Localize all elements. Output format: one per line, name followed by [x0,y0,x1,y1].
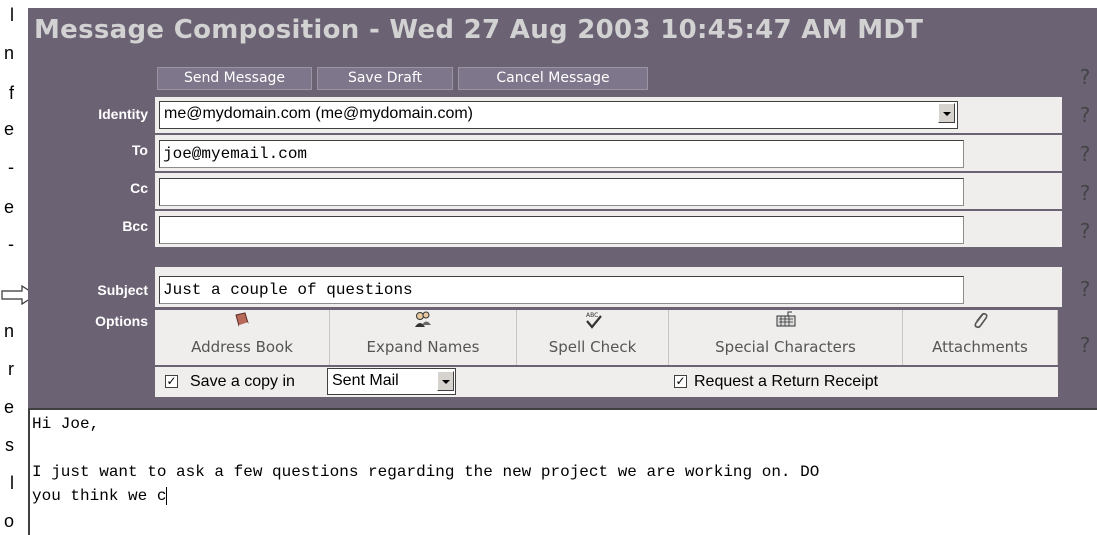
options-label: Options [95,313,148,329]
to-help-icon[interactable]: ? [1077,143,1093,165]
help-icon[interactable]: ? [1077,66,1093,88]
to-label: To [131,142,148,158]
margin-char: e [3,197,14,217]
identity-label: Identity [98,106,148,122]
return-receipt-label: Request a Return Receipt [694,373,879,390]
identity-value: me@mydomain.com (me@mydomain.com) [164,105,473,122]
options-help-icon[interactable]: ? [1077,334,1093,356]
keyboard-icon [669,310,902,336]
attachments-button[interactable]: Attachments [903,310,1058,365]
paperclip-icon [903,310,1057,336]
save-copy-folder-value: Sent Mail [332,372,399,389]
expand-names-label: Expand Names [366,338,480,356]
folder-dropdown-icon[interactable] [437,371,454,391]
spell-check-label: Spell Check [548,338,637,356]
special-characters-label: Special Characters [715,338,856,356]
save-draft-button[interactable]: Save Draft [317,67,453,90]
to-input[interactable]: joe@myemail.com [159,140,964,168]
cc-label: Cc [130,180,148,196]
body-line: I just want to ask a few questions regar… [32,463,820,481]
margin-char: n [3,321,14,341]
margin-char: e [3,119,14,139]
body-line [32,436,1095,460]
message-body-textarea[interactable]: Hi Joe, I just want to ask a few questio… [28,408,1097,535]
save-copy-label: Save a copy in [190,373,295,390]
margin-char: - [8,234,14,254]
body-line-last: you think we c [32,484,1095,508]
address-book-button[interactable]: Address Book [155,310,330,365]
body-line-text: you think we c [32,487,167,505]
identity-help-icon[interactable]: ? [1077,104,1093,126]
save-copy-checkbox[interactable]: ✓ [165,375,178,388]
expand-names-button[interactable]: Expand Names [330,310,517,365]
people-icon [330,310,516,336]
book-icon [155,310,329,336]
svg-text:ABC: ABC [586,312,598,319]
address-book-label: Address Book [191,338,293,356]
identity-select[interactable]: me@mydomain.com (me@mydomain.com) [159,101,958,129]
subject-input[interactable]: Just a couple of questions [159,276,964,304]
identity-dropdown-icon[interactable] [938,103,955,123]
bcc-help-icon[interactable]: ? [1077,220,1093,242]
subject-help-icon[interactable]: ? [1077,278,1093,300]
margin-char: l [10,473,14,493]
bcc-input[interactable] [159,216,964,244]
cancel-message-button[interactable]: Cancel Message [458,67,648,90]
attachments-label: Attachments [932,338,1028,356]
text-caret [166,486,168,505]
margin-char: f [8,83,14,103]
margin-char: - [8,157,14,177]
send-message-button[interactable]: Send Message [157,67,312,90]
spellcheck-icon: ABC [517,310,668,336]
cc-input[interactable] [159,178,964,206]
margin-char: e [3,397,14,417]
bcc-label: Bcc [122,218,148,234]
margin-char: s [5,435,14,455]
margin-char: l [10,5,14,25]
margin-char: r [8,359,14,379]
page-title: Message Composition - Wed 27 Aug 2003 10… [34,15,924,45]
cc-help-icon[interactable]: ? [1077,182,1093,204]
margin-char: o [3,511,14,531]
return-receipt-checkbox[interactable]: ✓ [674,375,687,388]
subject-label: Subject [97,282,148,298]
margin-char: n [3,43,14,63]
body-line: Hi Joe, [32,415,100,433]
special-characters-button[interactable]: Special Characters [669,310,903,365]
spell-check-button[interactable]: ABC Spell Check [517,310,669,365]
